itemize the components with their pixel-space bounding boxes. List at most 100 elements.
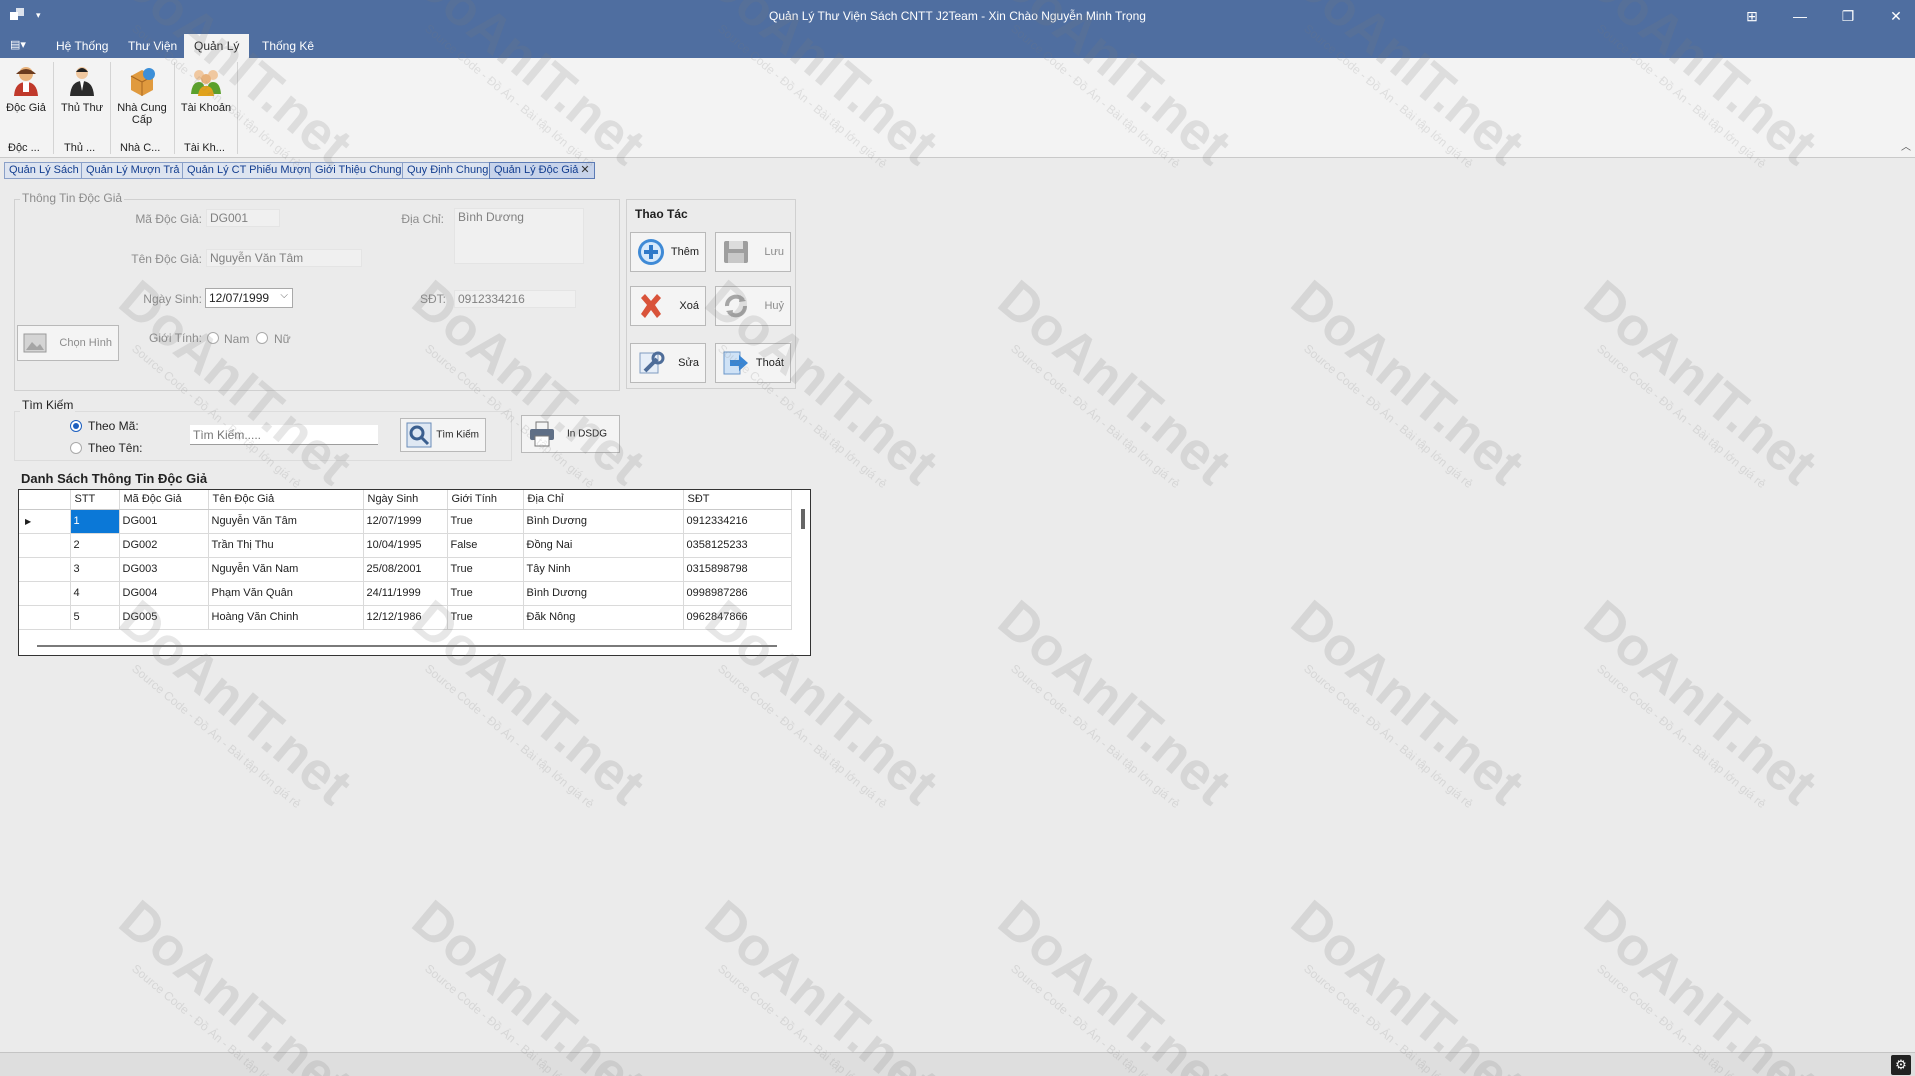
table-cell[interactable]: DG005 — [119, 605, 209, 630]
table-row[interactable]: ▶ 1 DG001 Nguyễn Văn Tâm 12/07/1999 True… — [19, 509, 792, 534]
doc-tab-quan-ly-ct-phieu-muon[interactable]: Quản Lý CT Phiếu Mượn — [182, 162, 316, 179]
col-birthdate[interactable]: Ngày Sinh — [363, 490, 448, 510]
col-reader-id[interactable]: Mã Độc Giả — [119, 490, 209, 510]
watermark-text: DoAnIT.netSource Code - Đồ Án - Bài tập … — [978, 268, 1243, 507]
table-cell[interactable]: DG004 — [119, 581, 209, 606]
table-cell[interactable]: Tây Ninh — [523, 557, 684, 582]
table-cell[interactable]: 0358125233 — [683, 533, 792, 558]
save-icon — [722, 238, 750, 266]
doc-tab-gioi-thieu-chung[interactable]: Giới Thiệu Chung — [310, 162, 407, 179]
col-phone[interactable]: SĐT — [683, 490, 792, 510]
col-address[interactable]: Địa Chỉ — [523, 490, 684, 510]
watermark-brand: DoAnIT.net — [108, 889, 363, 1076]
tab-he-thong[interactable]: Hệ Thống — [46, 34, 118, 58]
settings-gear-icon[interactable]: ⚙ — [1891, 1055, 1911, 1075]
table-cell[interactable]: 0315898798 — [683, 557, 792, 582]
gender-male-radio[interactable] — [207, 332, 219, 344]
minimize-button[interactable]: — — [1788, 6, 1812, 26]
exit-button[interactable]: Thoát — [715, 343, 791, 383]
table-cell[interactable]: 12/12/1986 — [363, 605, 448, 630]
choose-image-button[interactable]: Chọn Hình — [17, 325, 119, 361]
table-cell[interactable]: True — [447, 509, 524, 534]
close-button[interactable]: ✕ — [1884, 6, 1908, 26]
table-cell[interactable]: DG003 — [119, 557, 209, 582]
table-cell[interactable]: Đăk Nông — [523, 605, 684, 630]
search-by-id-radio[interactable] — [70, 420, 82, 432]
supplier-button[interactable]: Nhà Cung Cấp — [114, 64, 170, 126]
table-row[interactable]: 3 DG003 Nguyễn Văn Nam 25/08/2001 True T… — [19, 557, 792, 582]
table-cell[interactable]: True — [447, 605, 524, 630]
row-header[interactable] — [19, 533, 71, 558]
table-row[interactable]: 5 DG005 Hoàng Văn Chinh 12/12/1986 True … — [19, 605, 792, 630]
save-button[interactable]: Lưu — [715, 232, 791, 272]
table-cell[interactable]: Bình Dương — [523, 581, 684, 606]
table-cell[interactable]: 5 — [70, 605, 120, 630]
tab-thong-ke[interactable]: Thống Kê — [252, 34, 324, 58]
gender-female-radio[interactable] — [256, 332, 268, 344]
doc-tab-quy-dinh-chung[interactable]: Quy Định Chung — [402, 162, 494, 179]
doc-tab-quan-ly-muon-tra[interactable]: Quản Lý Mượn Trả — [81, 162, 185, 179]
table-cell[interactable]: 12/07/1999 — [363, 509, 448, 534]
reader-id-field[interactable]: DG001 — [206, 209, 280, 227]
delete-button[interactable]: Xoá — [630, 286, 706, 326]
table-cell[interactable]: Đồng Nai — [523, 533, 684, 558]
reader-button[interactable]: Độc Giả — [4, 64, 48, 114]
ribbon-collapse-icon[interactable]: ︿ — [1901, 138, 1911, 153]
col-gender[interactable]: Giới Tính — [447, 490, 524, 510]
table-cell[interactable]: DG001 — [119, 509, 209, 534]
watermark-text: DoAnIT.netSource Code - Đồ Án - Bài tập … — [685, 888, 950, 1076]
close-tab-icon[interactable]: ✕ — [580, 164, 589, 176]
table-row[interactable]: 4 DG004 Phạm Văn Quân 24/11/1999 True Bì… — [19, 581, 792, 606]
search-by-name-radio[interactable] — [70, 442, 82, 454]
table-cell[interactable]: Bình Dương — [523, 509, 684, 534]
table-cell[interactable]: Trần Thị Thu — [208, 533, 364, 558]
table-cell[interactable]: Nguyễn Văn Tâm — [208, 509, 364, 534]
search-button[interactable]: Tìm Kiếm — [400, 418, 486, 452]
librarian-button[interactable]: Thủ Thư — [58, 64, 106, 114]
table-cell[interactable]: 0962847866 — [683, 605, 792, 630]
table-cell[interactable]: Nguyễn Văn Nam — [208, 557, 364, 582]
table-cell[interactable]: 2 — [70, 533, 120, 558]
table-row[interactable]: 2 DG002 Trần Thị Thu 10/04/1995 False Đồ… — [19, 533, 792, 558]
table-cell[interactable]: 4 — [70, 581, 120, 606]
col-reader-name[interactable]: Tên Độc Giả — [208, 490, 364, 510]
search-input[interactable] — [190, 425, 378, 445]
col-stt[interactable]: STT — [70, 490, 120, 510]
table-cell[interactable]: 24/11/1999 — [363, 581, 448, 606]
table-cell[interactable]: 0912334216 — [683, 509, 792, 534]
watermark-text: DoAnIT.netSource Code - Đồ Án - Bài tập … — [1271, 268, 1536, 507]
table-cell[interactable]: 10/04/1995 — [363, 533, 448, 558]
print-list-button[interactable]: In DSDG — [521, 415, 620, 453]
layout-icon[interactable]: ⊞ — [1740, 6, 1764, 26]
table-cell[interactable]: Phạm Văn Quân — [208, 581, 364, 606]
table-cell[interactable]: 25/08/2001 — [363, 557, 448, 582]
reader-grid[interactable]: STT Mã Độc Giả Tên Độc Giả Ngày Sinh Giớ… — [18, 489, 811, 656]
doc-tab-quan-ly-sach[interactable]: Quản Lý Sách — [4, 162, 84, 179]
row-header[interactable] — [19, 557, 71, 582]
row-header[interactable] — [19, 605, 71, 630]
horizontal-scrollbar[interactable] — [37, 645, 777, 647]
table-cell[interactable]: 1 — [70, 509, 120, 534]
tab-quan-ly[interactable]: Quản Lý — [184, 34, 250, 58]
table-cell[interactable]: False — [447, 533, 524, 558]
edit-button[interactable]: Sửa — [630, 343, 706, 383]
add-button[interactable]: Thêm — [630, 232, 706, 272]
address-field[interactable]: Bình Dương — [454, 208, 584, 264]
table-cell[interactable]: 0998987286 — [683, 581, 792, 606]
table-cell[interactable]: True — [447, 557, 524, 582]
reader-name-field[interactable]: Nguyễn Văn Tâm — [206, 249, 362, 267]
table-cell[interactable]: DG002 — [119, 533, 209, 558]
row-header[interactable] — [19, 581, 71, 606]
birthdate-picker[interactable]: 12/07/1999 ⌵ — [205, 288, 293, 308]
doc-tab-quan-ly-doc-gia[interactable]: Quản Lý Độc Giả ✕ — [489, 162, 595, 179]
vertical-scrollbar[interactable] — [801, 509, 805, 529]
restore-button[interactable]: ❐ — [1836, 6, 1860, 26]
tab-thu-vien[interactable]: Thư Viện — [118, 34, 187, 58]
table-cell[interactable]: Hoàng Văn Chinh — [208, 605, 364, 630]
phone-field[interactable]: 0912334216 — [454, 290, 576, 308]
accounts-button[interactable]: Tài Khoản — [178, 64, 234, 114]
table-cell[interactable]: 3 — [70, 557, 120, 582]
cancel-button[interactable]: Huỷ — [715, 286, 791, 326]
application-menu-icon[interactable]: ▤▾ — [10, 38, 32, 52]
table-cell[interactable]: True — [447, 581, 524, 606]
